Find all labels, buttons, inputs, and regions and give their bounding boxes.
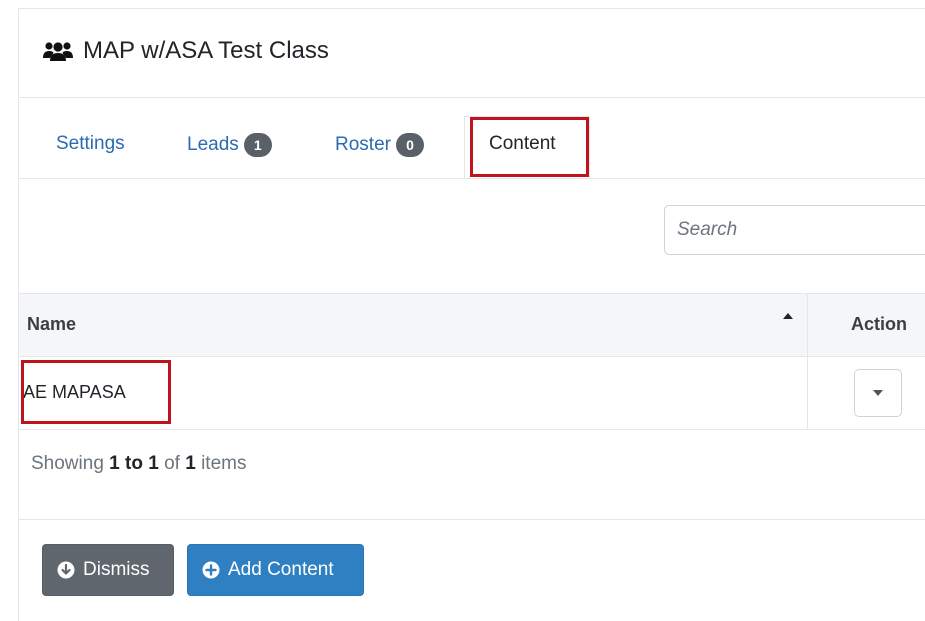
pagination-range: 1 to 1 <box>109 453 159 474</box>
search-input[interactable] <box>664 205 925 255</box>
content-name-cell: AE MAPASA <box>23 382 126 402</box>
add-content-button[interactable]: Add Content <box>187 544 364 596</box>
tab-leads-label: Leads <box>187 134 239 155</box>
plus-circle-icon <box>202 561 220 579</box>
tab-content[interactable]: Content <box>489 133 556 155</box>
column-header-name[interactable]: Name <box>27 314 76 335</box>
roster-count-badge: 0 <box>395 133 424 157</box>
tab-settings-label: Settings <box>56 133 125 154</box>
pagination-total: 1 <box>185 453 196 474</box>
footer-divider <box>19 519 925 520</box>
pagination-of: of <box>164 453 180 474</box>
table-row: AE MAPASA <box>19 357 925 430</box>
column-header-action: Action <box>851 314 907 334</box>
caret-down-icon <box>873 390 883 396</box>
pagination-suffix: items <box>201 453 247 474</box>
table-header: Name Action <box>19 294 925 357</box>
dismiss-button[interactable]: Dismiss <box>42 544 174 596</box>
panel-header: MAP w/ASA Test Class <box>19 9 925 98</box>
arrow-circle-down-icon <box>57 561 75 579</box>
pagination-prefix: Showing <box>31 453 104 474</box>
dismiss-button-label: Dismiss <box>83 559 150 580</box>
column-divider <box>807 357 808 429</box>
row-action-dropdown-button[interactable] <box>854 369 902 417</box>
page-title: MAP w/ASA Test Class <box>83 37 329 64</box>
pagination-summary: Showing 1 to 1 of 1 items <box>31 453 246 475</box>
tab-settings[interactable]: Settings <box>56 133 125 155</box>
tab-roster-label: Roster <box>335 134 391 155</box>
leads-count-badge: 1 <box>243 133 272 157</box>
column-divider <box>807 294 808 356</box>
content-table: Name Action AE MAPASA <box>19 293 925 430</box>
tab-leads[interactable]: Leads 1 <box>187 133 272 157</box>
class-panel: MAP w/ASA Test Class Settings Leads 1 Ro… <box>18 8 925 621</box>
users-icon <box>43 42 73 61</box>
sort-ascending-icon[interactable] <box>783 313 793 319</box>
tab-roster[interactable]: Roster 0 <box>335 133 424 157</box>
add-content-button-label: Add Content <box>228 559 334 580</box>
tab-bar: Settings Leads 1 Roster 0 Content <box>19 98 925 179</box>
